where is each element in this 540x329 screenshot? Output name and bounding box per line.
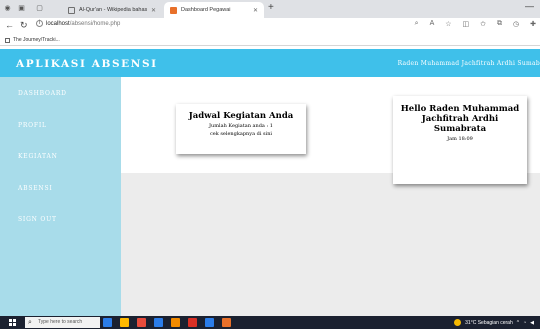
favorite-star-icon[interactable]: ☆	[445, 20, 451, 28]
clock-text: Jam 18:09	[447, 136, 473, 142]
extensions-icon[interactable]: ✚	[530, 20, 536, 28]
url-field[interactable]: i localhost/absensi/home.php	[36, 20, 120, 27]
workspaces-icon[interactable]: ▣	[18, 5, 25, 12]
activity-count: Jumlah Kegiatan anda : 1	[209, 123, 273, 129]
read-aloud-icon[interactable]: A	[430, 20, 435, 28]
windows-start-icon[interactable]	[9, 319, 16, 326]
system-tray: 31°C Sebagian cerah ^ ◔ ◀	[454, 319, 534, 326]
sidebar-item-kegiatan[interactable]: KEGIATAN	[0, 150, 121, 164]
network-icon[interactable]: ◔	[523, 320, 526, 326]
taskbar-search-input[interactable]: ⌕ Type here to search	[25, 317, 100, 328]
history-icon[interactable]: ◷	[513, 20, 519, 28]
bookmark-label: The Journey/Tracki...	[13, 37, 60, 43]
weather-icon	[454, 319, 462, 326]
windows-taskbar: ⌕ Type here to search 31°C Sebagian cera…	[0, 316, 540, 329]
bookmark-page-icon	[5, 37, 10, 43]
sidebar-item-absensi[interactable]: ABSENSI	[0, 182, 121, 196]
profile-icon[interactable]: ◉	[4, 5, 11, 12]
close-tab-icon[interactable]: ✕	[151, 7, 156, 14]
see-more-link[interactable]: cek selengkapnya di sini	[176, 131, 306, 137]
content-lower-area	[121, 173, 540, 316]
sidebar-item-profil[interactable]: PROFIL	[0, 119, 121, 133]
wikipedia-favicon-icon	[68, 6, 75, 14]
dashboard-favicon-icon	[170, 6, 177, 14]
tab-title: Dashboard Pegawai	[181, 7, 231, 13]
new-tab-icon[interactable]: +	[268, 2, 274, 13]
tab-wikipedia[interactable]: Al-Qur'an - Wikipedia bahasa In ✕	[62, 2, 162, 18]
weather-text[interactable]: 31°C Sebagian cerah	[465, 320, 513, 326]
url-host: localhost	[46, 20, 70, 27]
app-title: APLIKASI ABSENSI	[16, 58, 158, 70]
browser-toolbar: ⌕ A ☆ ◫ ✩ ⧉ ◷ ✚	[415, 20, 540, 28]
split-screen-icon[interactable]: ◫	[463, 20, 470, 28]
schedule-card-title: Jadwal Kegiatan Anda	[188, 111, 294, 121]
pdf-icon[interactable]	[188, 318, 197, 327]
minimize-icon[interactable]: —	[525, 1, 534, 11]
store-icon[interactable]	[137, 318, 146, 327]
schedule-card[interactable]: Jadwal Kegiatan Anda Jumlah Kegiatan and…	[176, 104, 306, 154]
tab-actions-icon[interactable]: ▢	[36, 5, 43, 12]
edge-icon[interactable]	[171, 318, 180, 327]
mail-icon[interactable]	[154, 318, 163, 327]
file-explorer-icon[interactable]	[120, 318, 129, 327]
sidebar: DASHBOARD PROFIL KEGIATAN ABSENSI SIGN O…	[0, 77, 121, 316]
browser-tab-strip: ◉ ▣ ▢ Al-Qur'an - Wikipedia bahasa In ✕ …	[0, 0, 540, 18]
volume-icon[interactable]: ◀	[530, 320, 534, 326]
sidebar-item-sign-out[interactable]: SIGN OUT	[0, 213, 121, 227]
search-placeholder: Type here to search	[38, 319, 83, 325]
greeting-card: Hello Raden Muhammad Jachfitrah Ardhi Su…	[393, 96, 527, 184]
bookmark-item[interactable]: The Journey/Tracki...	[5, 37, 60, 43]
sidebar-item-dashboard[interactable]: DASHBOARD	[0, 87, 121, 101]
back-arrow-icon[interactable]: ←	[5, 20, 14, 30]
bookmarks-bar: The Journey/Tracki...	[0, 34, 540, 46]
site-info-icon[interactable]: i	[36, 20, 43, 27]
address-bar-row: ← ↻ i localhost/absensi/home.php ⌕ A ☆ ◫…	[0, 18, 540, 34]
taskbar-apps	[103, 318, 231, 327]
tab-title: Al-Qur'an - Wikipedia bahasa In	[79, 7, 147, 13]
url-path: /absensi/home.php	[69, 20, 121, 27]
vscode-icon[interactable]	[205, 318, 214, 327]
zoom-icon[interactable]: ⌕	[415, 20, 419, 28]
tab-dashboard[interactable]: Dashboard Pegawai ✕	[164, 2, 264, 18]
favorites-icon[interactable]: ✩	[480, 20, 486, 28]
reload-icon[interactable]: ↻	[20, 20, 28, 31]
header-user-name: Raden Muhammad Jachfitrah Ardhi Sumab	[397, 60, 540, 67]
task-view-icon[interactable]	[103, 318, 112, 327]
close-tab-icon[interactable]: ✕	[253, 7, 258, 14]
collections-icon[interactable]: ⧉	[497, 20, 502, 28]
tray-chevron-icon[interactable]: ^	[517, 320, 519, 326]
greeting-title: Hello Raden Muhammad Jachfitrah Ardhi Su…	[400, 104, 520, 134]
search-icon: ⌕	[28, 319, 32, 326]
app-header: APLIKASI ABSENSI Raden Muhammad Jachfitr…	[0, 49, 540, 77]
xampp-icon[interactable]	[222, 318, 231, 327]
